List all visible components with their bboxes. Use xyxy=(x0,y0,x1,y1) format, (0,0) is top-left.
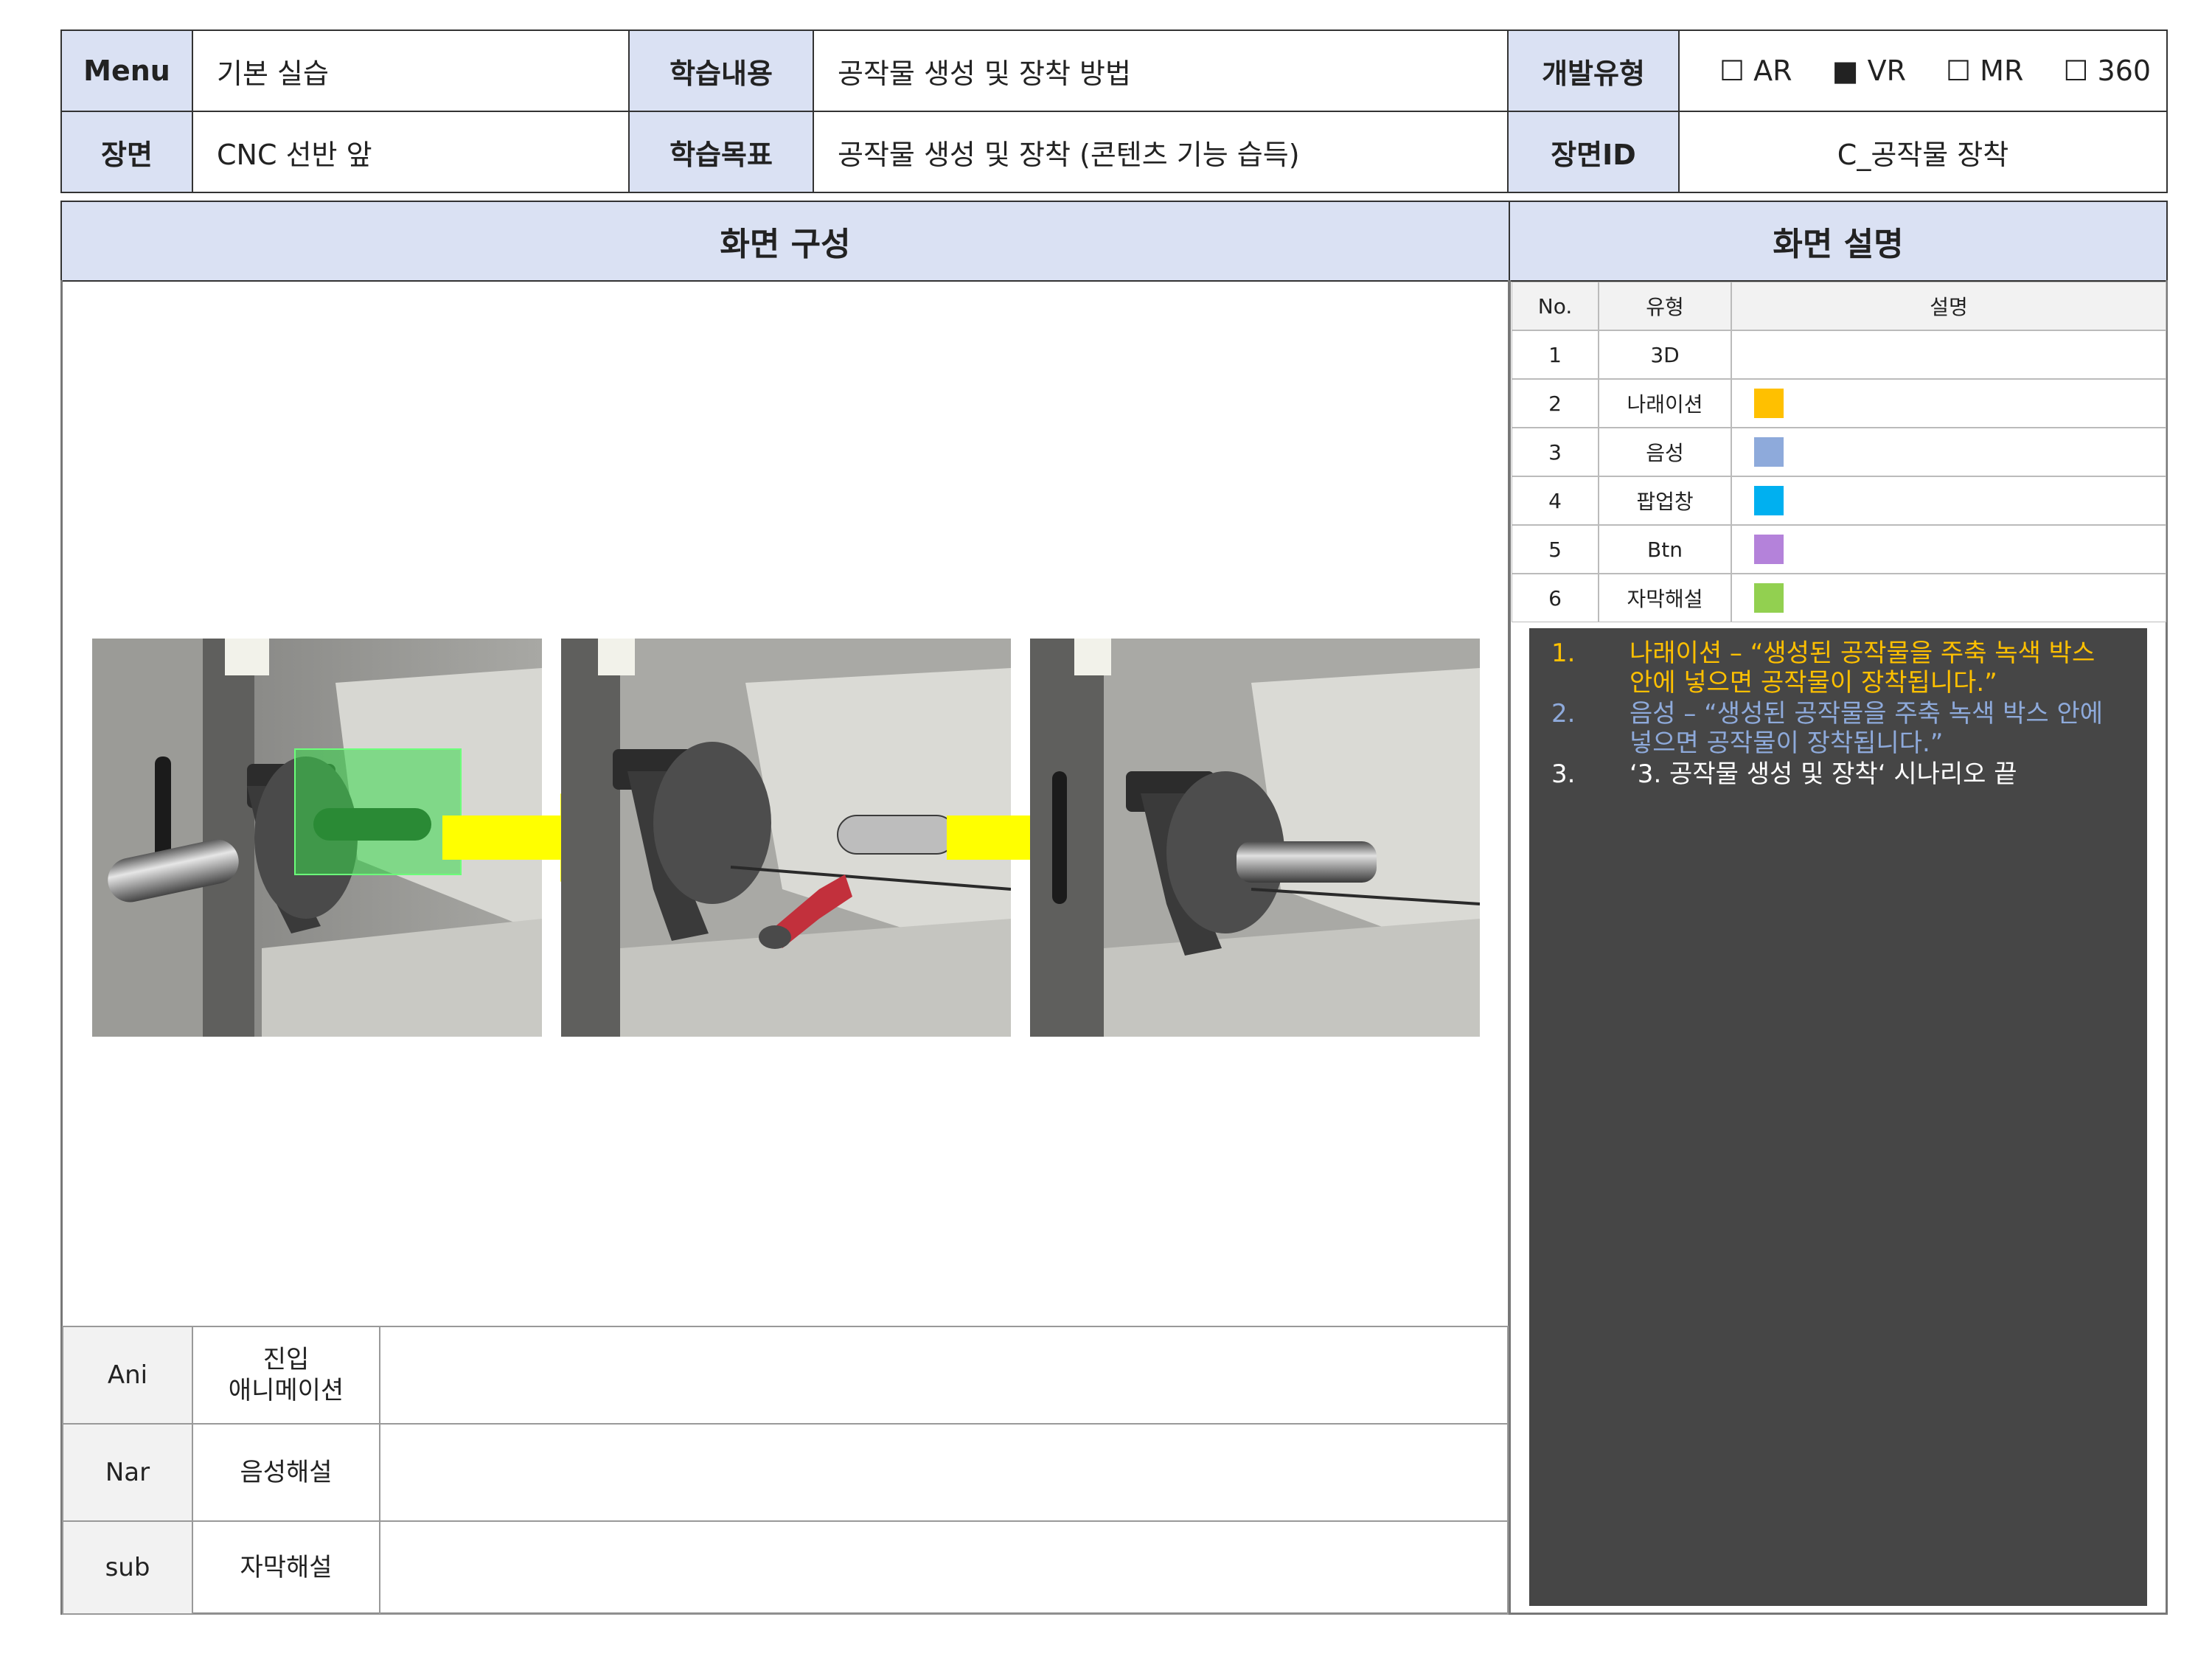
desc-section-title: 화면 설명 xyxy=(1509,201,2168,282)
ani-code: Ani xyxy=(62,1326,193,1425)
goal-label: 학습목표 xyxy=(628,111,814,193)
color-swatch-button xyxy=(1754,535,1784,564)
nar-label: 음성해설 xyxy=(192,1423,380,1522)
legend-type: 자막해설 xyxy=(1599,574,1731,622)
nar-code: Nar xyxy=(62,1423,193,1522)
checkbox-empty-icon: ☐ xyxy=(1719,55,1745,87)
legend-type: 3D xyxy=(1599,330,1731,379)
legend-type: 나래이션 xyxy=(1599,379,1731,428)
menu-value: 기본 실습 xyxy=(192,29,630,112)
devtype-options: ☐ AR ■ VR ☐ MR ☐ 360 xyxy=(1678,29,2168,112)
legend-header-desc: 설명 xyxy=(1731,282,2166,330)
legend-no: 5 xyxy=(1512,525,1599,574)
legend-header-type: 유형 xyxy=(1599,282,1731,330)
color-swatch-narration xyxy=(1754,389,1784,418)
legend-desc xyxy=(1731,525,2166,574)
goal-value: 공작물 생성 및 장착 (콘텐츠 기능 습득) xyxy=(813,111,1509,193)
content-label: 학습내용 xyxy=(628,29,814,112)
legend-desc xyxy=(1731,330,2166,379)
description-num: 3. xyxy=(1551,759,1576,789)
legend-desc xyxy=(1731,428,2166,476)
checkbox-empty-icon: ☐ xyxy=(2063,55,2089,87)
description-line: 안에 넣으면 공작물이 장착됩니다.” xyxy=(1630,668,1997,698)
legend-type: 음성 xyxy=(1599,428,1731,476)
scene-illustration xyxy=(1030,639,1480,1037)
checkbox-vr[interactable]: ■ VR xyxy=(1832,55,1906,87)
color-swatch-popup xyxy=(1754,486,1784,515)
scene-screenshot-2 xyxy=(561,639,1011,1037)
scene-value: CNC 선반 앞 xyxy=(192,111,630,193)
ani-label-line1: 진입 xyxy=(262,1344,310,1374)
description-num: 2. xyxy=(1551,699,1576,728)
legend-type: 팝업창 xyxy=(1599,476,1731,525)
checkbox-ar-label: AR xyxy=(1753,55,1792,87)
description-panel: 1. 나래이션 – “생성된 공작물을 주축 녹색 박스 안에 넣으면 공작물이… xyxy=(1529,628,2147,1606)
sceneid-label: 장면ID xyxy=(1507,111,1680,193)
ani-value[interactable] xyxy=(379,1326,1509,1425)
description-num: 1. xyxy=(1551,639,1576,668)
description-line: 음성 – “생성된 공작물을 주축 녹색 박스 안에 xyxy=(1630,699,2104,728)
description-line: 넣으면 공작물이 장착됩니다.” xyxy=(1630,728,1944,758)
legend-header-no: No. xyxy=(1512,282,1599,330)
description-item: 2. 음성 – “생성된 공작물을 주축 녹색 박스 안에 넣으면 공작물이 장… xyxy=(1551,699,2134,758)
legend-type: Btn xyxy=(1599,525,1731,574)
legend-no: 6 xyxy=(1512,574,1599,622)
legend-desc xyxy=(1731,476,2166,525)
checkbox-ar[interactable]: ☐ AR xyxy=(1719,55,1792,87)
sub-code: sub xyxy=(62,1520,193,1615)
legend-no: 2 xyxy=(1512,379,1599,428)
legend-desc xyxy=(1731,574,2166,622)
description-line: 나래이션 – “생성된 공작물을 주축 녹색 박스 xyxy=(1630,639,2096,668)
legend-no: 1 xyxy=(1512,330,1599,379)
ani-label-line2: 애니메이션 xyxy=(228,1376,344,1405)
checkbox-mr[interactable]: ☐ MR xyxy=(1946,55,2023,87)
color-swatch-subtitle xyxy=(1754,583,1784,613)
sceneid-value: C_공작물 장착 xyxy=(1678,111,2168,193)
devtype-label: 개발유형 xyxy=(1507,29,1680,112)
description-item: 1. 나래이션 – “생성된 공작물을 주축 녹색 박스 안에 넣으면 공작물이… xyxy=(1551,639,2134,698)
checkbox-360[interactable]: ☐ 360 xyxy=(2063,55,2151,87)
scene-screenshot-3 xyxy=(1030,639,1480,1037)
checkbox-mr-label: MR xyxy=(1980,55,2024,87)
legend-no: 3 xyxy=(1512,428,1599,476)
scene-label: 장면 xyxy=(60,111,193,193)
screen-section-title: 화면 구성 xyxy=(60,201,1510,282)
description-item: 3. ‘3. 공작물 생성 및 장착‘ 시나리오 끝 xyxy=(1551,759,2134,789)
sub-label: 자막해설 xyxy=(192,1520,380,1615)
menu-label: Menu xyxy=(60,29,193,112)
content-value: 공작물 생성 및 장착 방법 xyxy=(813,29,1509,112)
ani-label: 진입 애니메이션 xyxy=(192,1326,380,1425)
checkbox-vr-label: VR xyxy=(1867,55,1906,87)
checkbox-empty-icon: ☐ xyxy=(1945,55,1972,87)
description-line: ‘3. 공작물 생성 및 장착‘ 시나리오 끝 xyxy=(1630,759,2017,789)
checkbox-360-label: 360 xyxy=(2097,55,2152,87)
sub-value[interactable] xyxy=(379,1520,1509,1615)
nar-value[interactable] xyxy=(379,1423,1509,1522)
legend-desc xyxy=(1731,379,2166,428)
legend-no: 4 xyxy=(1512,476,1599,525)
scene-illustration xyxy=(561,639,1011,1037)
checkbox-filled-icon: ■ xyxy=(1832,55,1859,87)
color-swatch-voice xyxy=(1754,437,1784,467)
